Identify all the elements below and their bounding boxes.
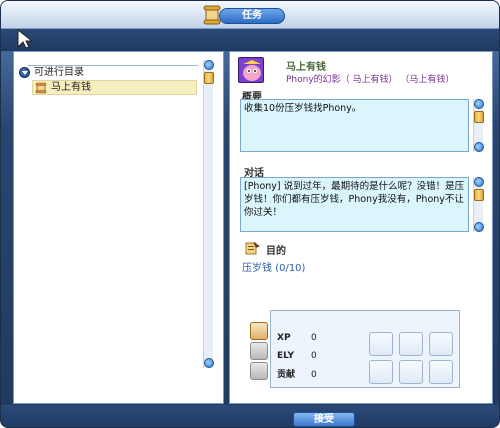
quest-detail-panel: 马上有钱 Phony的幻影（ 马上有钱） （马上有钱） 概要 收集10份压岁钱找… (229, 51, 493, 404)
expand-bullet-icon[interactable] (19, 67, 30, 78)
reward-contribution-value: 0 (311, 370, 317, 380)
footer-bar (1, 405, 499, 427)
goal-item-name: 压岁钱 (242, 263, 272, 274)
reward-item-slot[interactable] (429, 332, 453, 356)
scroll-thumb[interactable] (474, 111, 484, 123)
scroll-thumb[interactable] (474, 189, 484, 201)
reward-tab-3[interactable] (250, 362, 268, 380)
summary-text: 收集10份压岁钱找Phony。 (240, 99, 469, 152)
scroll-down-button[interactable] (474, 142, 484, 152)
reward-tab-2[interactable] (250, 342, 268, 360)
reward-item-slot[interactable] (399, 332, 423, 356)
npc-phony-avatar-icon (239, 58, 263, 82)
quest-goal-icon (245, 242, 260, 255)
dialog-text: [Phony] 说到过年，最期待的是什么呢？没错！是压岁钱！你们都有压岁钱，Ph… (240, 177, 469, 232)
tree-root-available[interactable]: 可进行目录 (18, 66, 202, 80)
title-bar[interactable]: 任务 (1, 1, 499, 29)
header-strip (1, 29, 499, 51)
reward-contribution-label: 贡献 (277, 370, 296, 380)
reward-item-slot[interactable] (399, 360, 423, 384)
reward-xp-label: XP (277, 333, 291, 343)
reward-tab-1[interactable] (250, 322, 268, 340)
window-title: 任务 (219, 8, 285, 24)
tree-root-label: 可进行目录 (34, 67, 84, 78)
reward-box: XP 0 ELY 0 贡献 0 (270, 310, 460, 388)
quest-list-item-label: 马上有钱 (51, 82, 91, 93)
scroll-up-button[interactable] (204, 60, 214, 70)
tree-divider (28, 65, 198, 66)
summary-scrollbar[interactable] (473, 99, 484, 152)
quest-subtitle: Phony的幻影（ 马上有钱） （马上有钱） (286, 75, 455, 85)
goal-label: 目的 (266, 246, 286, 257)
scroll-up-button[interactable] (474, 99, 484, 109)
accept-button[interactable]: 接受 (293, 412, 355, 427)
dialog-scrollbar[interactable] (473, 177, 484, 232)
reward-item-slot[interactable] (369, 360, 393, 384)
goal-item-progress: (0/10) (275, 263, 306, 274)
reward-xp-row: XP 0 (277, 331, 347, 345)
reward-contribution-row: 贡献 0 (277, 368, 347, 382)
reward-ely-row: ELY 0 (277, 349, 347, 363)
quest-list-scrollbar[interactable] (203, 60, 214, 368)
npc-avatar (238, 57, 264, 83)
scroll-up-button[interactable] (474, 177, 484, 187)
reward-ely-value: 0 (311, 351, 317, 361)
reward-ely-label: ELY (277, 351, 294, 361)
quest-list-item[interactable]: 马上有钱 (32, 80, 197, 95)
scroll-thumb[interactable] (204, 72, 214, 84)
quest-window: 任务 可进行目录 马上有钱 马上有钱 Phony的幻影（ 马上有钱） （马上有钱… (0, 0, 500, 428)
scroll-icon (35, 82, 47, 94)
quest-list-panel: 可进行目录 马上有钱 (13, 51, 224, 404)
reward-item-slot[interactable] (429, 360, 453, 384)
goal-item: 压岁钱 (0/10) (242, 259, 305, 274)
cursor-icon (17, 29, 34, 49)
quest-title: 马上有钱 (286, 62, 326, 73)
scroll-down-button[interactable] (204, 358, 214, 368)
reward-item-slot[interactable] (369, 332, 393, 356)
scroll-down-button[interactable] (474, 222, 484, 232)
reward-xp-value: 0 (311, 333, 317, 343)
